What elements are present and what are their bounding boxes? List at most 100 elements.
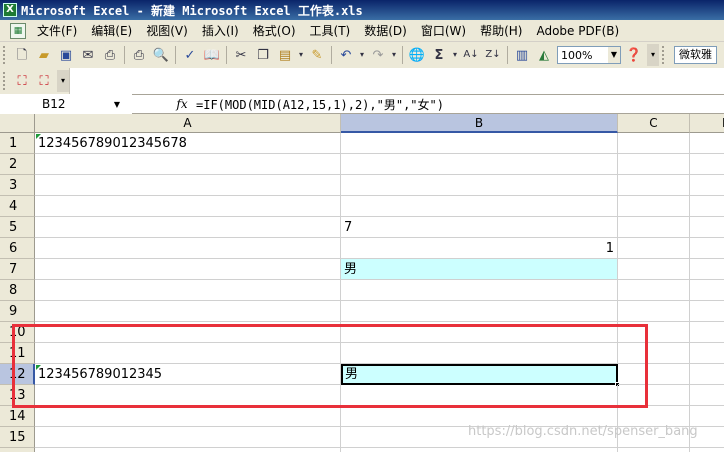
toolbar-grip[interactable] xyxy=(662,46,666,64)
row-header-1[interactable]: 1 xyxy=(0,133,35,154)
chevron-down-icon[interactable]: ▼ xyxy=(114,100,120,109)
save-icon[interactable]: ▣ xyxy=(56,45,76,65)
cell-c3[interactable] xyxy=(618,175,690,196)
cell-a1[interactable]: 123456789012345678 xyxy=(35,133,341,154)
permission-icon[interactable]: ✉ xyxy=(78,45,98,65)
font-name-select[interactable]: 微软雅 xyxy=(674,46,717,64)
cell-c13[interactable] xyxy=(618,385,690,406)
toolbar-options-icon[interactable]: ▾ xyxy=(647,44,659,66)
menu-edit[interactable]: 编辑(E) xyxy=(84,22,139,39)
row-header-2[interactable]: 2 xyxy=(0,154,35,175)
cell-d7[interactable] xyxy=(690,259,724,280)
cell-d4[interactable] xyxy=(690,196,724,217)
cell-a12[interactable]: 123456789012345 xyxy=(35,364,341,385)
cell-b1[interactable] xyxy=(341,133,618,154)
cell-d10[interactable] xyxy=(690,322,724,343)
cell-b3[interactable] xyxy=(341,175,618,196)
open-folder-icon[interactable]: ▰ xyxy=(34,45,54,65)
cell-b5[interactable]: 7 xyxy=(341,217,618,238)
cell-a8[interactable] xyxy=(35,280,341,301)
cell-c16[interactable] xyxy=(618,448,690,452)
cell-d2[interactable] xyxy=(690,154,724,175)
cell-a16[interactable] xyxy=(35,448,341,452)
cell-d1[interactable] xyxy=(690,133,724,154)
row-header-10[interactable]: 10 xyxy=(0,322,35,343)
cell-a3[interactable] xyxy=(35,175,341,196)
spelling-icon[interactable]: ✓ xyxy=(180,45,200,65)
menu-format[interactable]: 格式(O) xyxy=(246,22,303,39)
column-header-a[interactable]: A xyxy=(35,114,341,133)
row-header-16[interactable]: 16 xyxy=(0,448,35,452)
cell-b10[interactable] xyxy=(341,322,618,343)
redo-dropdown-icon[interactable]: ▾ xyxy=(390,45,398,65)
cell-c5[interactable] xyxy=(618,217,690,238)
workbook-icon[interactable]: ▦ xyxy=(10,22,26,39)
convert-to-pdf-icon[interactable]: ⛶ xyxy=(12,71,32,91)
row-header-8[interactable]: 8 xyxy=(0,280,35,301)
copy-icon[interactable]: ❐ xyxy=(253,45,273,65)
menu-adobe-pdf[interactable]: Adobe PDF(B) xyxy=(529,24,626,38)
menu-help[interactable]: 帮助(H) xyxy=(473,22,529,39)
cell-d13[interactable] xyxy=(690,385,724,406)
cell-b16[interactable] xyxy=(341,448,618,452)
row-header-5[interactable]: 5 xyxy=(0,217,35,238)
cell-a2[interactable] xyxy=(35,154,341,175)
cell-a11[interactable] xyxy=(35,343,341,364)
cell-d16[interactable] xyxy=(690,448,724,452)
sort-ascending-icon[interactable]: A↓ xyxy=(461,45,481,65)
menu-window[interactable]: 窗口(W) xyxy=(414,22,473,39)
cut-icon[interactable]: ✂ xyxy=(231,45,251,65)
cell-b13[interactable] xyxy=(341,385,618,406)
cell-d11[interactable] xyxy=(690,343,724,364)
chevron-down-icon[interactable]: ▼ xyxy=(608,47,620,63)
cell-a7[interactable] xyxy=(35,259,341,280)
toolbar-grip[interactable] xyxy=(3,46,7,64)
row-header-9[interactable]: 9 xyxy=(0,301,35,322)
cell-d3[interactable] xyxy=(690,175,724,196)
cell-d12[interactable] xyxy=(690,364,724,385)
cell-c8[interactable] xyxy=(618,280,690,301)
cell-d8[interactable] xyxy=(690,280,724,301)
cell-c11[interactable] xyxy=(618,343,690,364)
column-header-c[interactable]: C xyxy=(618,114,690,133)
pdf-email-icon[interactable]: ⛶ xyxy=(34,71,54,91)
cell-b7[interactable]: 男 xyxy=(341,259,618,280)
menu-insert[interactable]: 插入(I) xyxy=(195,22,246,39)
cell-c7[interactable] xyxy=(618,259,690,280)
menu-tools[interactable]: 工具(T) xyxy=(303,22,358,39)
text-number-indicator-icon[interactable] xyxy=(36,365,41,370)
cell-b12[interactable]: 男 xyxy=(341,364,618,385)
undo-icon[interactable]: ↶ xyxy=(336,45,356,65)
toolbar-options-icon[interactable]: ▾ xyxy=(57,70,69,92)
excel-icon[interactable]: X xyxy=(3,3,17,17)
cell-a13[interactable] xyxy=(35,385,341,406)
cell-d5[interactable] xyxy=(690,217,724,238)
undo-dropdown-icon[interactable]: ▾ xyxy=(358,45,366,65)
cell-a5[interactable] xyxy=(35,217,341,238)
row-header-4[interactable]: 4 xyxy=(0,196,35,217)
new-document-icon[interactable]: 🗋 xyxy=(12,45,32,65)
cell-c2[interactable] xyxy=(618,154,690,175)
cell-d6[interactable] xyxy=(690,238,724,259)
cell-a10[interactable] xyxy=(35,322,341,343)
row-header-12[interactable]: 12 xyxy=(0,364,35,385)
zoom-select[interactable]: 100% ▼ xyxy=(557,46,621,64)
cell-a15[interactable] xyxy=(35,427,341,448)
redo-icon[interactable]: ↷ xyxy=(368,45,388,65)
row-header-15[interactable]: 15 xyxy=(0,427,35,448)
paste-icon[interactable]: ▤ xyxy=(275,45,295,65)
column-header-d[interactable]: D xyxy=(690,114,724,133)
cell-b4[interactable] xyxy=(341,196,618,217)
spreadsheet-grid[interactable]: A B C D 112345678901234567823457617男8910… xyxy=(0,114,724,452)
print-icon[interactable]: ⎙ xyxy=(129,45,149,65)
cell-b11[interactable] xyxy=(341,343,618,364)
cell-c9[interactable] xyxy=(618,301,690,322)
cell-c4[interactable] xyxy=(618,196,690,217)
cell-c12[interactable] xyxy=(618,364,690,385)
cell-b2[interactable] xyxy=(341,154,618,175)
autosum-icon[interactable]: Σ xyxy=(429,45,449,65)
help-icon[interactable]: ❓ xyxy=(624,45,644,65)
row-header-6[interactable]: 6 xyxy=(0,238,35,259)
cell-d9[interactable] xyxy=(690,301,724,322)
cell-a14[interactable] xyxy=(35,406,341,427)
